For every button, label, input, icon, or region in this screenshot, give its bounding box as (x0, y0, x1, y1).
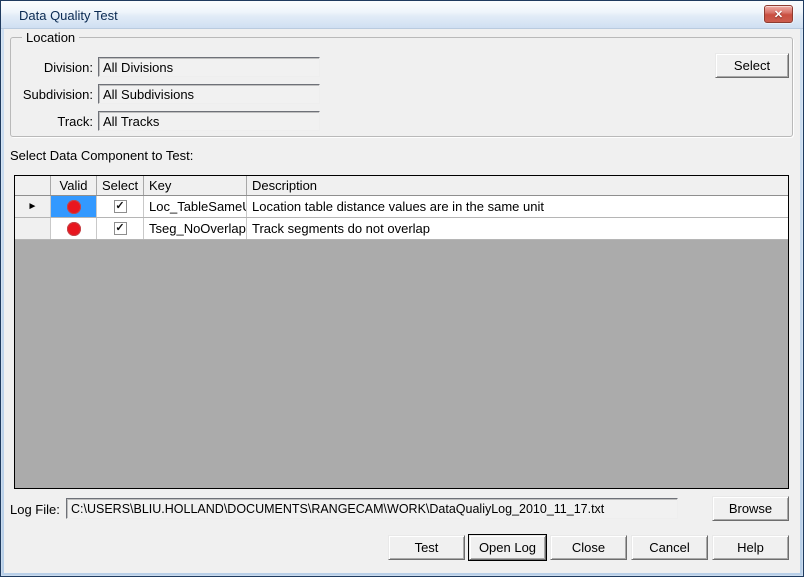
valid-indicator-icon (67, 222, 81, 236)
cancel-button[interactable]: Cancel (631, 535, 708, 560)
valid-cell[interactable] (51, 218, 97, 239)
test-button[interactable]: Test (388, 535, 465, 560)
window-title: Data Quality Test (1, 7, 118, 23)
track-value: All Tracks (103, 114, 159, 129)
valid-cell[interactable] (51, 196, 97, 217)
key-cell[interactable]: Tseg_NoOverlap (144, 218, 247, 239)
table-row[interactable]: ✓ Tseg_NoOverlap Track segments do not o… (15, 218, 788, 240)
check-icon: ✓ (115, 201, 124, 212)
select-button[interactable]: Select (715, 53, 789, 78)
grid-header-rowselector (15, 176, 51, 195)
row-selector-cell[interactable] (15, 218, 51, 239)
description-cell[interactable]: Track segments do not overlap (247, 218, 788, 239)
dialog-body: Location Division: All Divisions Subdivi… (4, 29, 800, 573)
row-selector-cell[interactable]: ► (15, 196, 51, 217)
log-file-path: C:\USERS\BLIU.HOLLAND\DOCUMENTS\RANGECAM… (71, 502, 604, 516)
component-section-label: Select Data Component to Test: (10, 148, 193, 163)
titlebar[interactable]: Data Quality Test ✕ (1, 1, 803, 29)
subdivision-value: All Subdivisions (103, 87, 194, 102)
log-file-label: Log File: (10, 502, 60, 517)
check-icon: ✓ (115, 223, 124, 234)
window-frame: Location Division: All Divisions Subdivi… (1, 29, 803, 576)
grid-header-row: Valid Select Key Description (15, 176, 788, 196)
division-field[interactable]: All Divisions (98, 57, 320, 77)
open-log-button[interactable]: Open Log (469, 535, 546, 560)
action-button-row: Test Open Log Close Cancel Help (388, 535, 789, 560)
description-cell[interactable]: Location table distance values are in th… (247, 196, 788, 217)
key-cell[interactable]: Loc_TableSameUnit (144, 196, 247, 217)
select-cell[interactable]: ✓ (97, 218, 144, 239)
row-checkbox[interactable]: ✓ (114, 222, 127, 235)
grid-header-key[interactable]: Key (144, 176, 247, 195)
data-quality-test-dialog: Data Quality Test ✕ Location Division: A… (0, 0, 804, 577)
help-button[interactable]: Help (712, 535, 789, 560)
subdivision-label: Subdivision: (15, 87, 98, 102)
current-row-pointer-icon: ► (28, 202, 38, 212)
select-cell[interactable]: ✓ (97, 196, 144, 217)
close-icon: ✕ (774, 8, 783, 21)
close-button-bottom[interactable]: Close (550, 535, 627, 560)
grid-header-description[interactable]: Description (247, 176, 788, 195)
location-group-label: Location (22, 30, 79, 45)
track-field[interactable]: All Tracks (98, 111, 320, 131)
valid-indicator-icon (67, 200, 81, 214)
division-value: All Divisions (103, 60, 173, 75)
browse-button[interactable]: Browse (712, 496, 789, 521)
row-checkbox[interactable]: ✓ (114, 200, 127, 213)
subdivision-field[interactable]: All Subdivisions (98, 84, 320, 104)
close-button[interactable]: ✕ (764, 5, 793, 23)
component-grid[interactable]: Valid Select Key Description ► ✓ (14, 175, 789, 489)
grid-header-select[interactable]: Select (97, 176, 144, 195)
location-groupbox: Location Division: All Divisions Subdivi… (10, 37, 793, 137)
grid-header-valid[interactable]: Valid (51, 176, 97, 195)
log-file-field[interactable]: C:\USERS\BLIU.HOLLAND\DOCUMENTS\RANGECAM… (66, 498, 678, 519)
table-row[interactable]: ► ✓ Loc_TableSameUnit Location table dis… (15, 196, 788, 218)
track-label: Track: (15, 114, 98, 129)
division-label: Division: (15, 60, 98, 75)
